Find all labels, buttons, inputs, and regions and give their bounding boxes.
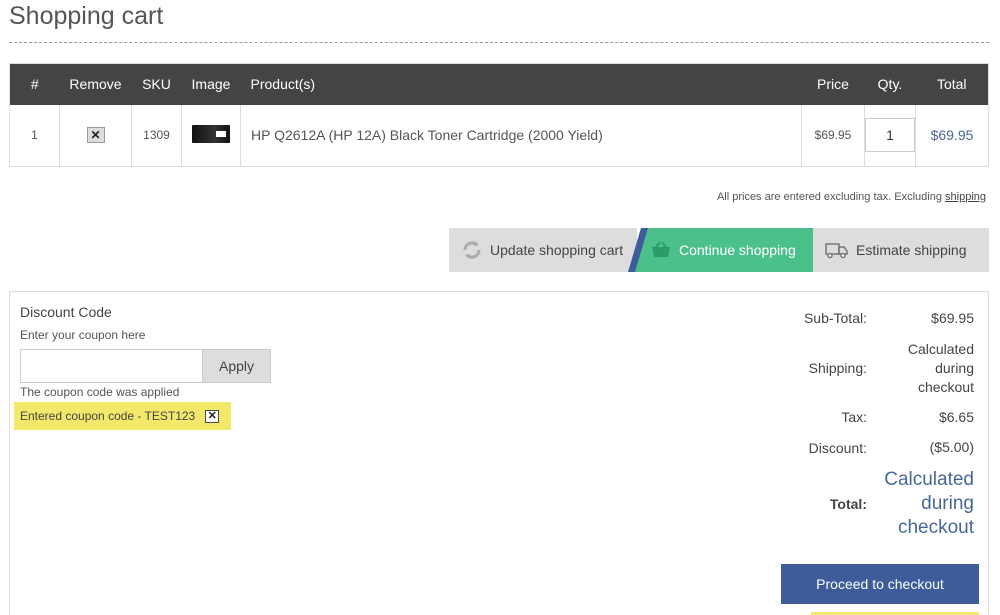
total-row: Total: xyxy=(747,496,867,512)
cart-table: # Remove SKU Image Product(s) Price Qty.… xyxy=(9,63,989,167)
discount-label: Discount: xyxy=(808,440,867,456)
total-value-line: checkout xyxy=(897,517,974,538)
coupon-applied-message: The coupon code was applied xyxy=(20,385,180,399)
total-value: Calculated during checkout xyxy=(864,468,974,540)
image-cell xyxy=(181,104,241,167)
row-index: 1 xyxy=(9,104,60,167)
refresh-icon xyxy=(461,239,483,261)
discount-title: Discount Code xyxy=(20,304,112,320)
remove-checkbox[interactable]: ✕ xyxy=(86,127,105,144)
coupon-input[interactable] xyxy=(20,349,203,383)
tax-label: Tax: xyxy=(841,409,867,425)
row-sku: 1309 xyxy=(131,104,182,167)
apply-coupon-button[interactable]: Apply xyxy=(202,349,271,383)
discount-row: Discount: xyxy=(747,440,867,456)
continue-shopping-button[interactable]: Continue shopping xyxy=(628,228,813,272)
shipping-label: Shipping: xyxy=(808,360,867,376)
product-image[interactable] xyxy=(192,124,230,143)
basket-icon xyxy=(650,241,672,259)
product-name-link[interactable]: HP Q2612A (HP 12A) Black Toner Cartridge… xyxy=(240,104,802,167)
remove-cell: ✕ xyxy=(59,104,132,167)
col-image: Image xyxy=(181,63,241,105)
total-value-line: Calculated xyxy=(884,469,974,490)
col-remove: Remove xyxy=(59,63,132,105)
col-index: # xyxy=(9,63,60,105)
qty-cell xyxy=(864,104,916,167)
proceed-to-checkout-button[interactable]: Proceed to checkout xyxy=(781,564,979,604)
shipping-row: Shipping: xyxy=(747,360,867,376)
col-qty: Qty. xyxy=(864,63,916,105)
row-total: $69.95 xyxy=(930,127,974,144)
applied-coupon-tag: Entered coupon code - TEST123 ✕ xyxy=(14,402,231,430)
remove-coupon-icon[interactable]: ✕ xyxy=(205,409,220,423)
table-row: 1 ✕ 1309 HP Q2612A (HP 12A) Black Toner … xyxy=(9,104,989,167)
table-header: # Remove SKU Image Product(s) Price Qty.… xyxy=(9,63,989,105)
truck-icon xyxy=(825,241,849,259)
col-total: Total xyxy=(915,63,989,105)
applied-coupon-label: Entered coupon code - TEST123 xyxy=(20,409,196,423)
continue-shopping-label: Continue shopping xyxy=(679,242,796,258)
tax-value: $6.65 xyxy=(938,409,974,425)
update-cart-button[interactable]: Update shopping cart xyxy=(449,228,637,272)
estimate-shipping-button[interactable]: Estimate shipping xyxy=(813,228,989,272)
shipping-value-line: Calculated xyxy=(907,341,974,357)
title-divider xyxy=(9,42,989,43)
total-label: Total: xyxy=(829,496,867,512)
subtotal-row: Sub-Total: xyxy=(747,310,867,326)
update-cart-label: Update shopping cart xyxy=(490,242,624,258)
tax-note-text: All prices are entered excluding tax. Ex… xyxy=(716,191,946,203)
col-product: Product(s) xyxy=(240,63,802,105)
discount-value: ($5.00) xyxy=(929,439,974,455)
tax-note: All prices are entered excluding tax. Ex… xyxy=(717,191,986,203)
estimate-shipping-label: Estimate shipping xyxy=(856,242,967,258)
col-price: Price xyxy=(801,63,865,105)
subtotal-label: Sub-Total: xyxy=(803,310,867,326)
col-sku: SKU xyxy=(131,63,182,105)
tax-row: Tax: xyxy=(747,409,867,425)
subtotal-value: $69.95 xyxy=(931,310,974,326)
total-value-line: during xyxy=(921,493,974,514)
shipping-link[interactable]: shipping xyxy=(945,191,986,203)
row-price: $69.95 xyxy=(801,104,865,167)
quantity-input[interactable] xyxy=(865,118,915,153)
page-title: Shopping cart xyxy=(9,2,164,30)
shipping-value-line: checkout xyxy=(917,379,974,395)
shipping-value-line: during xyxy=(935,360,974,376)
shipping-value: Calculated during checkout xyxy=(884,340,974,397)
coupon-hint: Enter your coupon here xyxy=(20,328,146,342)
